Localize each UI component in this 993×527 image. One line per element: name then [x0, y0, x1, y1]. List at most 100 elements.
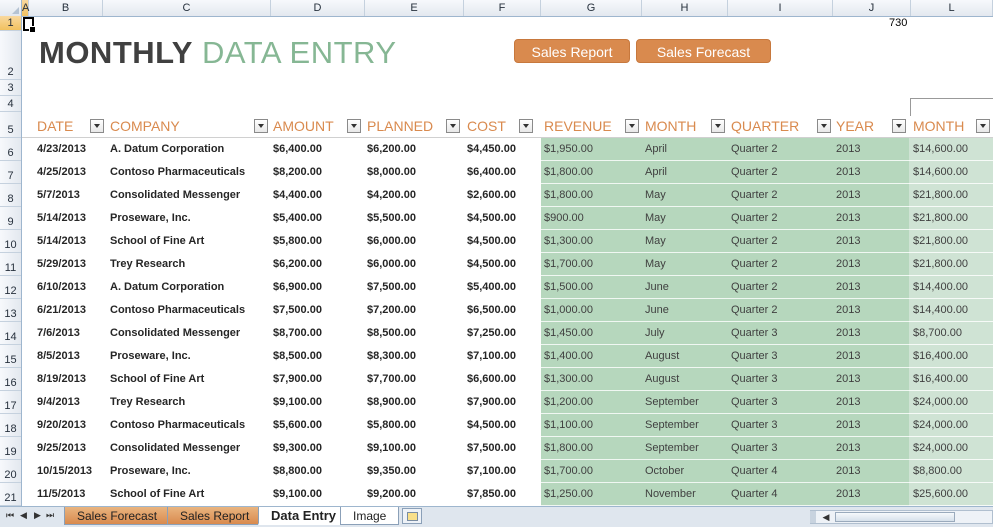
cell-company[interactable]: Consolidated Messenger [110, 437, 240, 460]
cell-company[interactable]: School of Fine Art [110, 368, 204, 391]
cell-planned[interactable]: $5,800.00 [367, 414, 416, 437]
cell-month[interactable]: September [645, 437, 699, 460]
row-header-2[interactable]: 2 [0, 31, 21, 80]
column-header-g[interactable]: G [541, 0, 642, 16]
cell-cost[interactable]: $2,600.00 [467, 184, 516, 207]
cell-year[interactable]: 2013 [836, 414, 860, 437]
row-header-11[interactable]: 11 [0, 253, 21, 276]
row-header-15[interactable]: 15 [0, 345, 21, 368]
cell-year[interactable]: 2013 [836, 253, 860, 276]
cell-revenue[interactable]: $1,450.00 [544, 322, 593, 345]
cell-month-total[interactable]: $14,400.00 [913, 276, 968, 299]
cell-company[interactable]: Proseware, Inc. [110, 460, 191, 483]
cell-planned[interactable]: $7,200.00 [367, 299, 416, 322]
row-header-17[interactable]: 17 [0, 391, 21, 414]
cell-cost[interactable]: $7,100.00 [467, 345, 516, 368]
prev-sheet-icon[interactable]: ◀ [20, 510, 27, 521]
cell-amount[interactable]: $7,900.00 [273, 368, 322, 391]
cell-month-total[interactable]: $8,800.00 [913, 460, 962, 483]
cell-quarter[interactable]: Quarter 2 [731, 253, 777, 276]
cell-month-total[interactable]: $24,000.00 [913, 391, 968, 414]
cell-company[interactable]: Consolidated Messenger [110, 322, 240, 345]
cell-month[interactable]: May [645, 207, 666, 230]
cell-quarter[interactable]: Quarter 2 [731, 299, 777, 322]
cell-year[interactable]: 2013 [836, 276, 860, 299]
column-header-a[interactable]: A [22, 0, 29, 16]
row-header-5[interactable]: 5 [0, 112, 21, 138]
cell-revenue[interactable]: $1,250.00 [544, 483, 593, 506]
cell-cost[interactable]: $4,450.00 [467, 138, 516, 161]
cell-quarter[interactable]: Quarter 3 [731, 414, 777, 437]
cell-planned[interactable]: $9,200.00 [367, 483, 416, 506]
cell-amount[interactable]: $8,700.00 [273, 322, 322, 345]
cell-quarter[interactable]: Quarter 3 [731, 322, 777, 345]
cell-month-total[interactable]: $8,700.00 [913, 322, 962, 345]
cell-revenue[interactable]: $1,950.00 [544, 138, 593, 161]
filter-dropdown-icon[interactable] [347, 119, 361, 133]
cell-cost[interactable]: $7,900.00 [467, 391, 516, 414]
cell-date[interactable]: 4/25/2013 [37, 161, 86, 184]
cell-year[interactable]: 2013 [836, 345, 860, 368]
cell-cost[interactable]: $6,400.00 [467, 161, 516, 184]
first-sheet-icon[interactable]: ⏮ [6, 510, 14, 521]
cell-year[interactable]: 2013 [836, 299, 860, 322]
filter-dropdown-icon[interactable] [446, 119, 460, 133]
cell-quarter[interactable]: Quarter 2 [731, 184, 777, 207]
cell-cost[interactable]: $7,250.00 [467, 322, 516, 345]
cell-year[interactable]: 2013 [836, 184, 860, 207]
cell-planned[interactable]: $8,500.00 [367, 322, 416, 345]
cell-cost[interactable]: $6,600.00 [467, 368, 516, 391]
cell-year[interactable]: 2013 [836, 161, 860, 184]
cell-cost[interactable]: $4,500.00 [467, 414, 516, 437]
cell-j1[interactable]: 730 [889, 17, 907, 29]
row-header-20[interactable]: 20 [0, 460, 21, 483]
cell-quarter[interactable]: Quarter 3 [731, 368, 777, 391]
tab-sales-forecast[interactable]: Sales Forecast [64, 507, 171, 525]
cell-revenue[interactable]: $1,100.00 [544, 414, 593, 437]
filter-dropdown-icon[interactable] [519, 119, 533, 133]
row-header-14[interactable]: 14 [0, 322, 21, 345]
cell-month[interactable]: April [645, 138, 667, 161]
cell-month-total[interactable]: $14,400.00 [913, 299, 968, 322]
cell-month[interactable]: September [645, 391, 699, 414]
cell-planned[interactable]: $8,300.00 [367, 345, 416, 368]
column-header-h[interactable]: H [642, 0, 728, 16]
cell-year[interactable]: 2013 [836, 138, 860, 161]
row-header-19[interactable]: 19 [0, 437, 21, 460]
cell-revenue[interactable]: $1,200.00 [544, 391, 593, 414]
active-cell-a1[interactable] [23, 17, 36, 33]
cell-month-total[interactable]: $16,400.00 [913, 368, 968, 391]
cell-company[interactable]: School of Fine Art [110, 230, 204, 253]
cell-planned[interactable]: $6,000.00 [367, 253, 416, 276]
cell-date[interactable]: 5/7/2013 [37, 184, 80, 207]
cell-month[interactable]: May [645, 184, 666, 207]
cell-month-total[interactable]: $21,800.00 [913, 207, 968, 230]
row-header-3[interactable]: 3 [0, 80, 21, 96]
cell-revenue[interactable]: $1,800.00 [544, 184, 593, 207]
cell-cost[interactable]: $4,500.00 [467, 207, 516, 230]
cell-amount[interactable]: $4,400.00 [273, 184, 322, 207]
column-header-f[interactable]: F [464, 0, 541, 16]
row-header-16[interactable]: 16 [0, 368, 21, 391]
scroll-thumb[interactable] [835, 512, 955, 522]
cell-planned[interactable]: $7,700.00 [367, 368, 416, 391]
cell-cost[interactable]: $6,500.00 [467, 299, 516, 322]
cell-date[interactable]: 9/25/2013 [37, 437, 86, 460]
select-all-corner[interactable] [0, 0, 22, 16]
filter-dropdown-icon[interactable] [711, 119, 725, 133]
cell-revenue[interactable]: $1,500.00 [544, 276, 593, 299]
cell-company[interactable]: School of Fine Art [110, 483, 204, 506]
sales-report-button[interactable]: Sales Report [514, 39, 630, 63]
cell-amount[interactable]: $8,800.00 [273, 460, 322, 483]
cell-year[interactable]: 2013 [836, 437, 860, 460]
row-header-1[interactable]: 1 [0, 16, 21, 31]
cell-revenue[interactable]: $1,700.00 [544, 253, 593, 276]
cell-date[interactable]: 6/21/2013 [37, 299, 86, 322]
cell-month-total[interactable]: $14,600.00 [913, 161, 968, 184]
cell-month-total[interactable]: $14,600.00 [913, 138, 968, 161]
row-header-7[interactable]: 7 [0, 161, 21, 184]
last-sheet-icon[interactable]: ⏭ [46, 510, 54, 521]
cell-month[interactable]: April [645, 161, 667, 184]
cell-year[interactable]: 2013 [836, 483, 860, 506]
row-header-18[interactable]: 18 [0, 414, 21, 437]
